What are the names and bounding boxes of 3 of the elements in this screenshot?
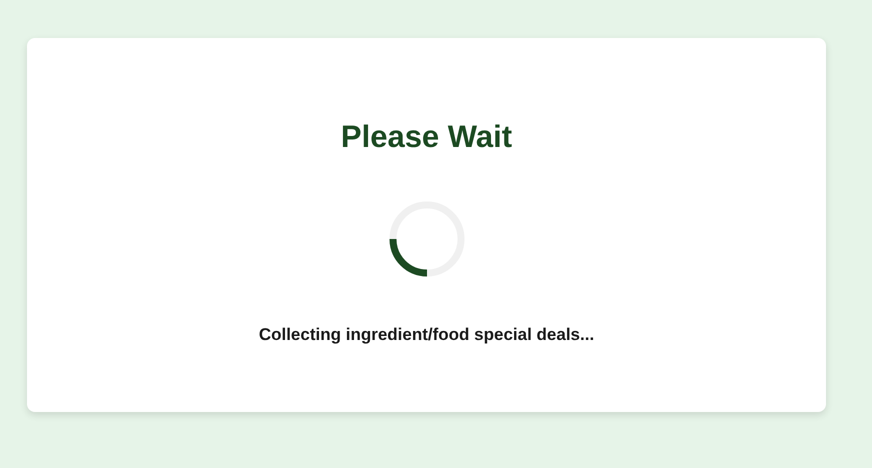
dialog-title: Please Wait <box>340 118 512 156</box>
status-message: Collecting ingredient/food special deals... <box>258 324 594 346</box>
loading-spinner-icon <box>388 200 466 278</box>
